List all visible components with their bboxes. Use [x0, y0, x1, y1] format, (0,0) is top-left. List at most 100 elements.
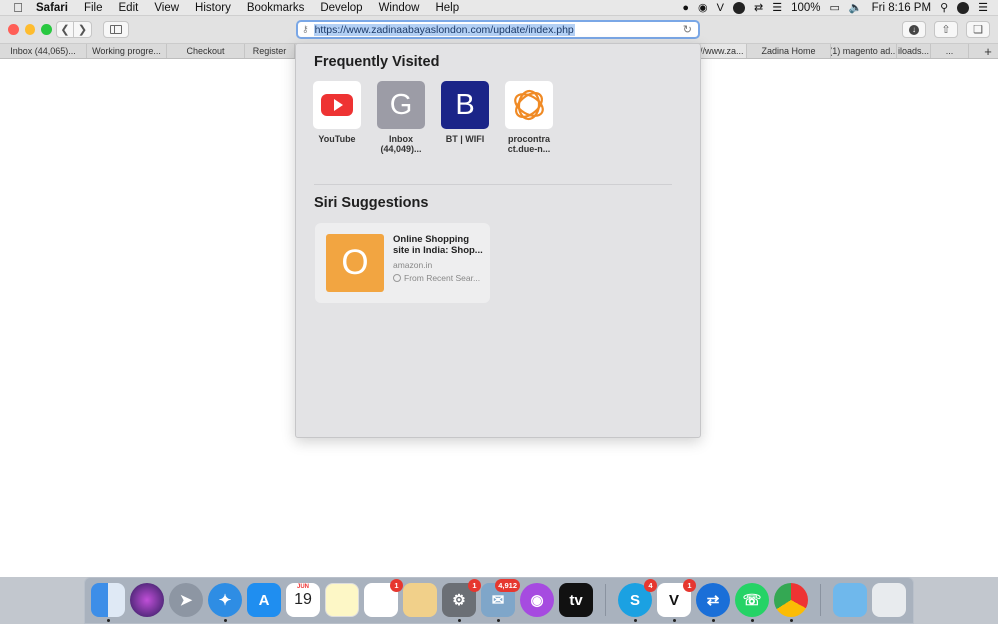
download-icon: ↓ — [909, 24, 919, 35]
tab-overview-button[interactable]: ❏ — [966, 21, 990, 38]
favorite-item[interactable]: Working progre... — [87, 44, 167, 58]
close-window-button[interactable] — [8, 24, 19, 35]
notification-center-icon[interactable]: ☰ — [978, 1, 988, 14]
menu-bookmarks[interactable]: Bookmarks — [239, 2, 313, 14]
podcasts-icon[interactable]: ◉ — [520, 583, 554, 617]
checkmark-icon[interactable] — [733, 1, 745, 14]
siri-suggestion-card[interactable]: O Online Shopping site in India: Shop...… — [315, 223, 490, 303]
favorite-item[interactable]: ... — [931, 44, 969, 58]
dock-separator — [605, 584, 606, 616]
trash-icon[interactable] — [872, 583, 906, 617]
calendar-icon[interactable]: JUN 19 — [286, 583, 320, 617]
notes-icon[interactable] — [325, 583, 359, 617]
launchpad-rocket-icon[interactable]: ➤ — [169, 583, 203, 617]
clock[interactable]: Fri 8:16 PM — [872, 2, 931, 14]
chrome-icon[interactable] — [774, 583, 808, 622]
skype-icon[interactable]: S4 — [618, 579, 657, 622]
sidebar-toggle-button[interactable] — [103, 21, 129, 38]
menu-bar:  Safari File Edit View History Bookmark… — [0, 0, 998, 16]
menu-view[interactable]: View — [146, 2, 187, 14]
siri-icon[interactable] — [130, 583, 164, 617]
address-bar[interactable]: ⚷ https://www.zadinaabayaslondon.com/upd… — [296, 20, 700, 39]
apple-tv-label: tv — [569, 591, 583, 609]
teamviewer-icon[interactable]: ⇄ — [754, 1, 763, 14]
status-area: ● ◉ V ⇄ ☰ 100% ▭ 🔈 Fri 8:16 PM ⚲ ☰ — [682, 1, 998, 14]
apple-tv-icon[interactable]: tv — [559, 583, 593, 617]
mail-badge: 4,912 — [495, 579, 520, 592]
favorite-item[interactable]: (1) magento ad... — [831, 44, 897, 58]
battery-icon[interactable]: ▭ — [830, 1, 840, 14]
favorite-item[interactable]: Checkout — [167, 44, 245, 58]
reminders-badge: 1 — [390, 579, 403, 592]
key-icon: ⚷ — [302, 24, 309, 34]
window-controls — [0, 24, 53, 35]
sidebar-icon — [110, 25, 122, 34]
menu-develop[interactable]: Develop — [312, 2, 370, 14]
toolbar-right: ↓ ⇧ ❏ — [902, 21, 990, 38]
frequent-site-youtube[interactable]: YouTube — [313, 81, 361, 155]
forward-button[interactable]: ❯ — [74, 21, 92, 38]
youtube-icon — [313, 81, 361, 129]
zoom-window-button[interactable] — [41, 24, 53, 35]
volume-icon[interactable]: 🔈 — [849, 1, 863, 14]
app-store-icon[interactable]: A — [247, 583, 281, 617]
safari-compass-icon[interactable]: ✦ — [208, 583, 242, 622]
favorite-item[interactable]: ://www.za... — [695, 44, 747, 58]
site-label: Inbox (44,049)... — [380, 134, 422, 155]
favorite-item[interactable]: Register — [245, 44, 295, 58]
site-label: BT | WIFI — [445, 134, 485, 144]
teamviewer-icon[interactable]: ⇄ — [696, 583, 730, 622]
site-label: procontra ct.due-n... — [507, 134, 551, 155]
clock-icon — [393, 273, 401, 282]
menu-safari[interactable]: Safari — [36, 2, 76, 14]
apple-menu-icon[interactable]:  — [0, 0, 36, 15]
letter-g-icon: G — [377, 81, 425, 129]
location-icon[interactable]: ● — [682, 2, 689, 14]
vectorworks-badge: 1 — [683, 579, 696, 592]
downloads-folder-icon[interactable] — [833, 583, 867, 617]
menu-history[interactable]: History — [187, 2, 239, 14]
downloads-button[interactable]: ↓ — [902, 21, 926, 38]
menu-help[interactable]: Help — [427, 2, 467, 14]
menu-file[interactable]: File — [76, 2, 111, 14]
user-avatar-icon[interactable] — [957, 1, 970, 14]
favorite-item[interactable]: Inbox (44,065)... — [0, 44, 87, 58]
menu-edit[interactable]: Edit — [111, 2, 147, 14]
calendar-month: JUN — [296, 584, 309, 590]
address-suggestions-dropdown: Frequently Visited YouTube G Inbox (44,0… — [295, 43, 701, 438]
calendar-day: 19 — [294, 591, 312, 608]
favorite-item[interactable]: Zadina Home — [747, 44, 831, 58]
frequent-site-bt-wifi[interactable]: B BT | WIFI — [441, 81, 489, 155]
frequent-site-procontract[interactable]: procontra ct.due-n... — [505, 81, 553, 155]
share-button[interactable]: ⇧ — [934, 21, 958, 38]
mail-icon[interactable]: ✉ 4,912 — [481, 579, 520, 622]
siri-suggestions-title: Siri Suggestions — [314, 195, 429, 211]
system-preferences-gear-icon[interactable]: ⚙ 1 — [442, 579, 481, 622]
reminders-icon[interactable]: 1 — [364, 579, 403, 617]
whatsapp-icon[interactable]: ☏ — [735, 583, 769, 622]
frequent-site-inbox[interactable]: G Inbox (44,049)... — [377, 81, 425, 155]
vectorworks-icon[interactable]: V — [717, 2, 724, 14]
spotlight-search-icon[interactable]: ⚲ — [940, 1, 948, 14]
new-tab-plus-icon[interactable]: + — [978, 44, 998, 59]
wifi-icon[interactable]: ☰ — [772, 1, 782, 14]
suggestion-source-text: From Recent Sear... — [404, 272, 481, 283]
back-button[interactable]: ❮ — [56, 21, 74, 38]
frequently-visited-grid: YouTube G Inbox (44,049)... B BT | WIFI … — [313, 81, 553, 155]
menu-window[interactable]: Window — [371, 2, 428, 14]
preview-icon[interactable] — [403, 583, 437, 617]
creative-cloud-icon[interactable]: ◉ — [698, 1, 708, 14]
skype-badge: 4 — [644, 579, 657, 592]
vectorworks-icon[interactable]: V1 — [657, 579, 696, 622]
reload-icon[interactable]: ↻ — [683, 23, 692, 36]
address-text[interactable]: https://www.zadinaabayaslondon.com/updat… — [313, 23, 575, 36]
battery-percentage[interactable]: 100% — [791, 2, 820, 14]
navigation-buttons: ❮ ❯ — [56, 21, 92, 38]
minimize-window-button[interactable] — [24, 24, 36, 35]
favorite-item[interactable]: iloads... — [897, 44, 931, 58]
dock-separator — [820, 584, 821, 616]
chevron-left-icon: ❮ — [60, 24, 70, 36]
letter-b-icon: B — [441, 81, 489, 129]
finder-icon[interactable] — [91, 583, 125, 622]
chevron-right-icon: ❯ — [77, 24, 88, 36]
